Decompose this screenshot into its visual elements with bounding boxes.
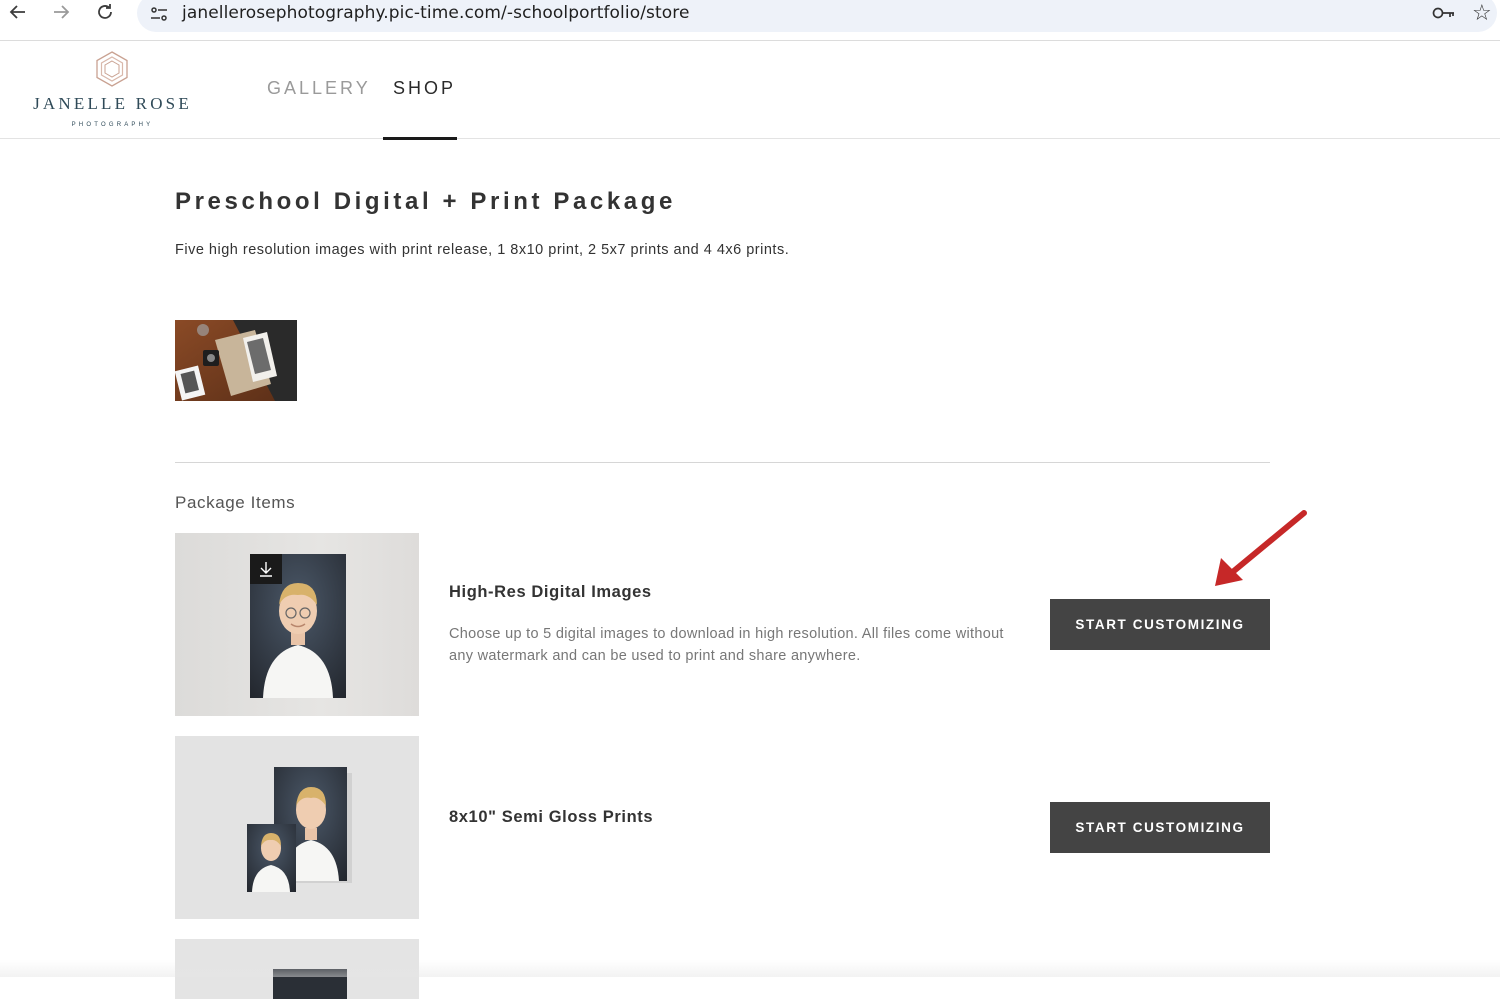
start-customizing-button-digital[interactable]: START CUSTOMIZING xyxy=(1050,599,1270,650)
address-bar[interactable]: janellerosephotography.pic-time.com/-sch… xyxy=(137,0,1497,32)
site-header: JANELLE ROSE PHOTOGRAPHY GALLERY SHOP xyxy=(0,40,1500,140)
logo-subtitle: PHOTOGRAPHY xyxy=(71,122,154,128)
site-settings-icon[interactable] xyxy=(149,4,169,24)
package-title: Preschool Digital + Print Package xyxy=(175,188,676,215)
key-icon[interactable] xyxy=(1432,3,1456,23)
arrow-left-icon[interactable] xyxy=(3,0,33,24)
active-tab-underline xyxy=(383,137,457,140)
logo[interactable]: JANELLE ROSE PHOTOGRAPHY xyxy=(25,50,200,130)
item-title-prints: 8x10" Semi Gloss Prints xyxy=(449,808,654,826)
logo-name: JANELLE ROSE xyxy=(33,94,192,113)
logo-hexagon-icon xyxy=(96,51,128,87)
star-icon[interactable]: ☆ xyxy=(1472,0,1492,26)
package-thumbnail[interactable] xyxy=(175,320,297,401)
bottom-fade xyxy=(0,960,1500,977)
reload-icon[interactable] xyxy=(90,0,120,24)
package-description: Five high resolution images with print r… xyxy=(175,242,790,258)
prints-photo xyxy=(247,767,352,892)
url-text[interactable]: janellerosephotography.pic-time.com/-sch… xyxy=(182,3,690,23)
section-divider xyxy=(175,462,1270,463)
item-description-digital: Choose up to 5 digital images to downloa… xyxy=(449,626,1004,664)
browser-toolbar: janellerosephotography.pic-time.com/-sch… xyxy=(0,0,1500,41)
annotation-arrow-icon xyxy=(1215,510,1307,586)
arrow-right-icon[interactable] xyxy=(46,0,76,24)
item-image-digital[interactable] xyxy=(175,533,419,716)
package-items-title: Package Items xyxy=(175,493,296,512)
item-title-digital: High-Res Digital Images xyxy=(449,583,652,601)
nav-tab-gallery[interactable]: GALLERY xyxy=(267,78,371,99)
start-customizing-button-prints[interactable]: START CUSTOMIZING xyxy=(1050,802,1270,853)
nav-tab-shop[interactable]: SHOP xyxy=(393,78,456,99)
portrait-photo xyxy=(250,554,346,698)
item-image-prints[interactable] xyxy=(175,736,419,919)
